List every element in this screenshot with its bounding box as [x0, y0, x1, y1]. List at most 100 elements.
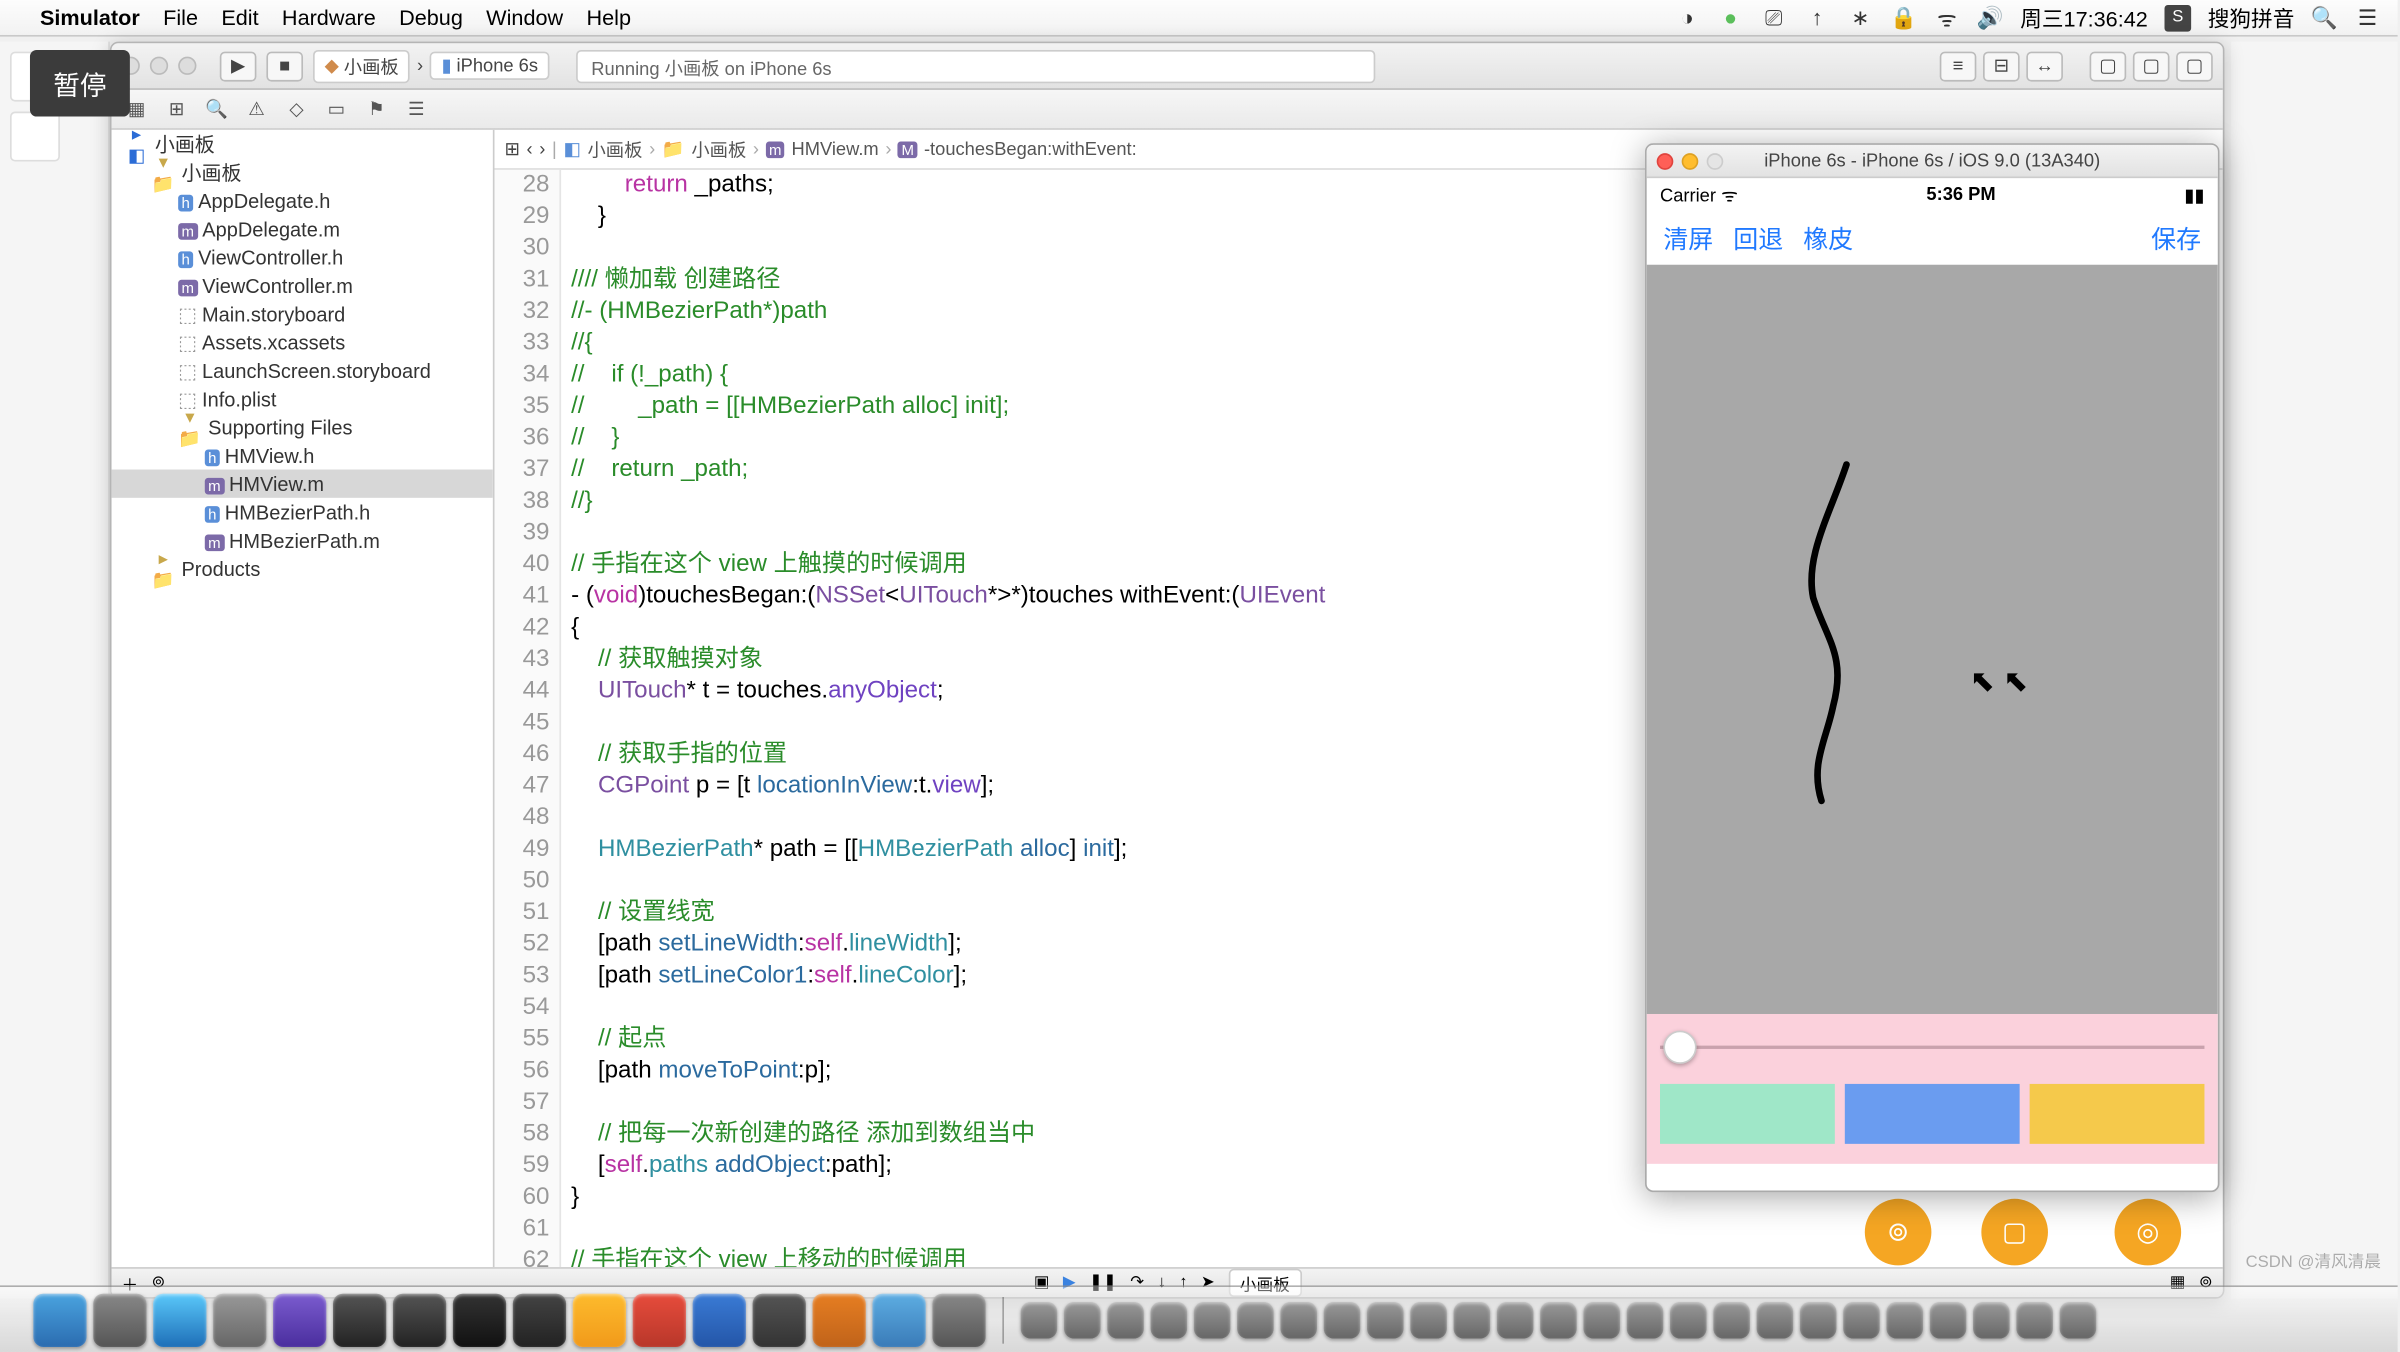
dock-terminal[interactable]: [453, 1293, 506, 1346]
dock-running[interactable]: [1800, 1301, 1837, 1338]
dock-running[interactable]: [1757, 1301, 1794, 1338]
dock-running[interactable]: [1280, 1301, 1317, 1338]
file-appdelegate-m[interactable]: AppDelegate.m: [178, 217, 340, 240]
mac-dock[interactable]: [0, 1285, 2398, 1352]
stop-button[interactable]: ■: [266, 51, 303, 81]
nav-report-icon[interactable]: ☰: [405, 98, 428, 120]
scheme-target[interactable]: ◆小画板: [313, 49, 410, 82]
nav-clear-button[interactable]: 清屏: [1663, 221, 1713, 256]
dock-app[interactable]: [333, 1293, 386, 1346]
run-button[interactable]: ▶: [220, 51, 257, 81]
nav-issue-icon[interactable]: ⚠: [245, 98, 268, 120]
status-green-icon[interactable]: ●: [1717, 4, 1744, 31]
toggle-navigator-button[interactable]: ▢: [2090, 51, 2127, 81]
dock-running[interactable]: [1843, 1301, 1880, 1338]
file-hmbezier-m[interactable]: HMBezierPath.m: [205, 529, 380, 552]
group-products[interactable]: Products: [181, 557, 260, 580]
nav-find-icon[interactable]: 🔍: [205, 98, 228, 120]
dock-running[interactable]: [1886, 1301, 1923, 1338]
file-viewcontroller-m[interactable]: ViewController.m: [178, 274, 353, 297]
menu-app[interactable]: Simulator: [40, 5, 140, 30]
sim-window-controls[interactable]: [1657, 152, 1724, 169]
drawing-canvas[interactable]: ⬉ ⬉: [1647, 265, 2218, 1014]
jump-back-icon[interactable]: ⊞: [504, 138, 519, 160]
status-icon[interactable]: ◑: [1674, 4, 1701, 31]
dock-app[interactable]: [813, 1293, 866, 1346]
nav-save-button[interactable]: 保存: [2151, 221, 2201, 256]
file-hmview-m[interactable]: HMView.m: [205, 472, 324, 495]
dock-running[interactable]: [1670, 1301, 1707, 1338]
dock-running[interactable]: [1713, 1301, 1750, 1338]
dock-app[interactable]: [213, 1293, 266, 1346]
dock-running[interactable]: [1540, 1301, 1577, 1338]
dock-running[interactable]: [1021, 1301, 1058, 1338]
nav-eraser-button[interactable]: 橡皮: [1803, 221, 1853, 256]
dock-running[interactable]: [1627, 1301, 1664, 1338]
menu-hardware[interactable]: Hardware: [282, 5, 376, 30]
dock-running[interactable]: [1410, 1301, 1447, 1338]
search-icon[interactable]: 🔍: [2311, 4, 2338, 31]
simulator-titlebar[interactable]: iPhone 6s - iPhone 6s / iOS 9.0 (13A340): [1647, 145, 2218, 178]
dock-running[interactable]: [1497, 1301, 1534, 1338]
menubar-clock[interactable]: 周三17:36:42: [2020, 2, 2148, 34]
dock-app[interactable]: [393, 1293, 446, 1346]
dock-running[interactable]: [1151, 1301, 1188, 1338]
dock-launchpad[interactable]: [93, 1293, 146, 1346]
group-main[interactable]: 小画板: [181, 158, 241, 186]
editor-standard-button[interactable]: ≡: [1940, 51, 1977, 81]
dock-running[interactable]: [1324, 1301, 1361, 1338]
screen-icon[interactable]: ⎚: [1761, 4, 1788, 31]
dock-sketch[interactable]: [573, 1293, 626, 1346]
linewidth-slider[interactable]: [1660, 1027, 2204, 1067]
group-support[interactable]: Supporting Files: [208, 415, 352, 438]
file-launchscreen[interactable]: LaunchScreen.storyboard: [178, 359, 431, 382]
dock-running[interactable]: [1930, 1301, 1967, 1338]
dock-app[interactable]: [872, 1293, 925, 1346]
dock-running[interactable]: [2016, 1301, 2053, 1338]
up-icon[interactable]: ↑: [1804, 4, 1831, 31]
nav-debug-icon[interactable]: ▭: [325, 98, 348, 120]
bluetooth-icon[interactable]: ∗: [1847, 4, 1874, 31]
nav-test-icon[interactable]: ◇: [285, 98, 308, 120]
lock-icon[interactable]: 🔒: [1890, 4, 1917, 31]
dock-app[interactable]: [693, 1293, 746, 1346]
dock-finder[interactable]: [33, 1293, 86, 1346]
volume-icon[interactable]: 🔊: [1977, 4, 2004, 31]
color-swatch-blue[interactable]: [1845, 1084, 2020, 1144]
menu-debug[interactable]: Debug: [399, 5, 463, 30]
dock-running[interactable]: [2060, 1301, 2097, 1338]
ime-icon[interactable]: S: [2164, 4, 2191, 31]
nav-breakpoint-icon[interactable]: ⚑: [365, 98, 388, 120]
dock-running[interactable]: [1237, 1301, 1274, 1338]
jump-fwd-button[interactable]: ›: [539, 139, 545, 159]
color-swatch-yellow[interactable]: [2030, 1084, 2205, 1144]
dock-app[interactable]: [753, 1293, 806, 1346]
ime-label[interactable]: 搜狗拼音: [2208, 2, 2295, 34]
editor-version-button[interactable]: ↔: [2026, 51, 2063, 81]
file-main-storyboard[interactable]: Main.storyboard: [178, 302, 345, 325]
menu-file[interactable]: File: [163, 5, 198, 30]
wifi-icon[interactable]: ᯤ: [1934, 4, 1961, 31]
nav-symbol-icon[interactable]: ⊞: [165, 98, 188, 120]
window-controls[interactable]: [122, 57, 197, 75]
jump-back-button[interactable]: ‹: [527, 139, 533, 159]
editor-assistant-button[interactable]: ⊟: [1983, 51, 2020, 81]
dock-app[interactable]: [513, 1293, 566, 1346]
dock-app[interactable]: [273, 1293, 326, 1346]
dock-running[interactable]: [1064, 1301, 1101, 1338]
color-swatch-green[interactable]: [1660, 1084, 1835, 1144]
menu-help[interactable]: Help: [586, 5, 631, 30]
scheme-destination[interactable]: ▮iPhone 6s: [430, 52, 550, 80]
dock-running[interactable]: [1454, 1301, 1491, 1338]
dock-running[interactable]: [1583, 1301, 1620, 1338]
file-assets[interactable]: Assets.xcassets: [178, 331, 345, 354]
dock-app[interactable]: [633, 1293, 686, 1346]
toggle-debug-button[interactable]: ▢: [2133, 51, 2170, 81]
notification-icon[interactable]: ☰: [2354, 4, 2381, 31]
project-navigator[interactable]: ▸ ◧小画板 ▾ 📁小画板 AppDelegate.h AppDelegate.…: [112, 130, 495, 1267]
file-viewcontroller-h[interactable]: ViewController.h: [178, 246, 343, 269]
menu-edit[interactable]: Edit: [221, 5, 258, 30]
file-hmbezier-h[interactable]: HMBezierPath.h: [205, 500, 370, 523]
dock-running[interactable]: [1107, 1301, 1144, 1338]
dock-running[interactable]: [1973, 1301, 2010, 1338]
